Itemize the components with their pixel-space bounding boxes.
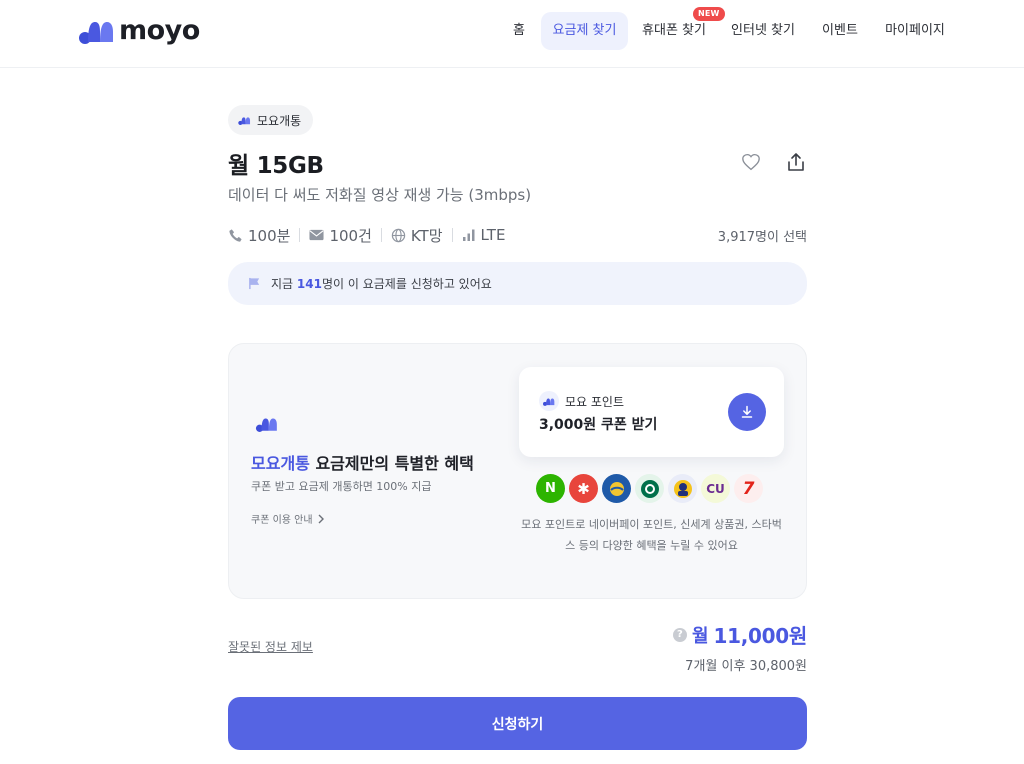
partner-brands: N ✱ CU 7 <box>536 474 763 503</box>
share-icon[interactable] <box>784 150 808 174</box>
apply-button[interactable]: 신청하기 <box>228 697 807 750</box>
spec-voice: 100분 <box>228 225 290 246</box>
live-applicants-banner: 지금 141명이 이 요금제를 신청하고 있어요 <box>228 262 807 305</box>
coupon-download-button[interactable] <box>728 393 766 431</box>
nav-home[interactable]: 홈 <box>505 12 533 50</box>
brand-3-icon <box>602 474 631 503</box>
point-label-row: 모요 포인트 <box>539 391 624 411</box>
nav-my-page[interactable]: 마이페이지 <box>880 12 950 50</box>
brand-note: 모요 포인트로 네이버페이 포인트, 신세계 상품권, 스타벅스 등의 다양한 … <box>521 518 782 552</box>
main-nav: 홈 요금제 찾기 휴대폰 찾기 NEW 인터넷 찾기 이벤트 마이페이지 <box>0 7 1024 50</box>
benefit-title-rest: 요금제만의 특별한 혜택 <box>309 454 474 473</box>
new-badge: NEW <box>693 7 725 21</box>
selected-count: 3,917명이 선택 <box>717 230 807 245</box>
live-banner-count: 141 <box>296 277 322 291</box>
moyo-benefit-logo-icon <box>255 416 279 436</box>
spec-sms: 100건 <box>309 225 372 246</box>
flag-icon <box>249 277 260 290</box>
report-wrong-info-link[interactable]: 잘못된 정보 제보 <box>228 638 313 655</box>
starbucks-icon <box>635 474 664 503</box>
seven-eleven-icon: 7 <box>734 474 763 503</box>
live-banner-text: 지금 141명이 이 요금제를 신청하고 있어요 <box>271 275 492 292</box>
carrier-chip-label: 모요개통 <box>257 113 302 128</box>
nav-phone-search-label: 휴대폰 찾기 <box>642 23 706 38</box>
mail-icon <box>309 229 324 241</box>
coupon-guide-link[interactable]: 쿠폰 이용 안내 <box>251 511 325 526</box>
spec-divider <box>299 228 301 242</box>
benefit-card: 모요개통 요금제만의 특별한 혜택 쿠폰 받고 요금제 개통하면 100% 지급… <box>228 343 807 599</box>
phone-icon <box>229 228 242 242</box>
spec-sms-value: 100건 <box>329 226 372 245</box>
nav-internet-search[interactable]: 인터넷 찾기 <box>727 12 799 50</box>
carrier-chip[interactable]: 모요개통 <box>228 105 314 135</box>
coupon-guide-label: 쿠폰 이용 안내 <box>251 515 313 526</box>
monthly-price: 11,000원 <box>713 624 808 648</box>
download-icon <box>741 405 753 418</box>
point-amount: 3,000원 쿠폰 받기 <box>539 417 658 433</box>
nav-events[interactable]: 이벤트 <box>816 12 864 50</box>
cu-icon: CU <box>701 474 730 503</box>
benefit-description: 쿠폰 받고 요금제 개통하면 100% 지급 <box>251 480 432 493</box>
live-banner-suffix: 명이 이 요금제를 신청하고 있어요 <box>321 277 492 291</box>
nav-phone-search[interactable]: 휴대폰 찾기 NEW <box>638 7 725 50</box>
benefit-title: 모요개통 요금제만의 특별한 혜택 <box>251 450 474 474</box>
spec-type: LTE <box>462 226 506 244</box>
moyo-point-icon <box>539 391 559 411</box>
signal-icon <box>462 229 475 241</box>
spec-type-value: LTE <box>480 226 506 244</box>
spec-network-value: KT망 <box>410 226 443 245</box>
chevron-right-icon <box>318 514 324 523</box>
shinsegae-icon: ✱ <box>569 474 598 503</box>
price-prefix: 월 <box>691 625 709 647</box>
price-row: ? 월 11,000원 <box>672 620 808 649</box>
naver-pay-icon: N <box>536 474 565 503</box>
price-after-promo: 7개월 이후 30,800원 <box>685 659 807 674</box>
globe-icon <box>391 228 406 242</box>
top-header: moyo 홈 요금제 찾기 휴대폰 찾기 NEW 인터넷 찾기 이벤트 마이페이… <box>0 0 1024 68</box>
nav-plan-search[interactable]: 요금제 찾기 <box>541 12 628 50</box>
plan-specs: 100분 100건 KT망 LTE <box>228 224 505 246</box>
moyo-small-icon <box>238 116 251 125</box>
spec-divider <box>380 228 382 242</box>
live-banner-prefix: 지금 <box>271 277 297 291</box>
plan-subtitle: 데이터 다 써도 저화질 영상 재생 가능 (3mbps) <box>228 186 532 204</box>
plan-title: 월 15GB <box>228 153 324 179</box>
heart-icon[interactable] <box>739 150 763 174</box>
brand-5-icon <box>668 474 697 503</box>
spec-network: KT망 <box>391 225 443 246</box>
help-icon[interactable]: ? <box>672 627 687 642</box>
spec-voice-value: 100분 <box>248 226 291 245</box>
benefit-title-accent: 모요개통 <box>251 454 310 473</box>
spec-divider <box>451 228 453 242</box>
point-coupon-card: 모요 포인트 3,000원 쿠폰 받기 <box>519 367 784 457</box>
point-label: 모요 포인트 <box>565 394 625 409</box>
